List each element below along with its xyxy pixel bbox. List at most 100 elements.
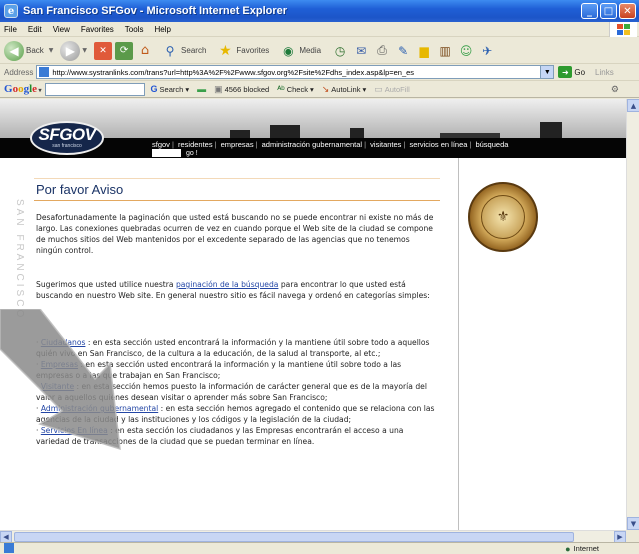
nav-sfgov[interactable]: sfgov [152, 140, 170, 149]
scroll-thumb[interactable] [14, 532, 574, 542]
maximize-button[interactable]: □ [600, 3, 617, 19]
research-icon[interactable]: ▥ [436, 42, 454, 60]
go-arrow-icon: ➜ [558, 66, 573, 78]
popup-blocker-button[interactable]: ▣ 4566 blocked [214, 84, 269, 95]
address-dropdown-icon[interactable]: ▼ [540, 66, 554, 78]
notice-paragraph: Desafortunadamente la paginación que ust… [36, 213, 434, 255]
heading-top-rule [34, 178, 440, 179]
search-page-link[interactable]: paginación de la búsqueda [176, 280, 278, 289]
nav-busqueda[interactable]: búsqueda [475, 140, 508, 149]
nav-residentes[interactable]: residentes [178, 140, 213, 149]
ie-icon: e [4, 4, 18, 18]
link-ciudadanos[interactable]: Ciudadanos [41, 338, 86, 347]
horizontal-scrollbar[interactable]: ◀ ▶ [0, 530, 626, 543]
site-search-input[interactable] [152, 149, 181, 157]
forward-button[interactable]: ▶ ▼ [60, 40, 87, 61]
google-icon: G [150, 84, 158, 94]
page-icon [39, 67, 50, 77]
minimize-button[interactable]: _ [581, 3, 598, 19]
discuss-icon[interactable]: ✈ [478, 42, 496, 60]
site-banner: SFGOV san francisco sfgov | residentes | e… [0, 99, 626, 158]
list-item: · Empresas : en esta sección usted encon… [36, 360, 402, 380]
status-bar: ● Internet [0, 542, 639, 554]
list-item: · Ciudadanos : en esta sección usted enc… [36, 338, 430, 358]
address-url: http://www.systranlinks.com/trans?url=ht… [52, 67, 415, 77]
forward-arrow-icon: ▶ [60, 40, 81, 61]
autofill-button[interactable]: ▭ AutoFill [374, 84, 410, 95]
scroll-up-icon[interactable]: ▲ [627, 99, 639, 112]
zone-label: Internet [573, 544, 599, 553]
history-icon[interactable]: ◷ [331, 42, 349, 60]
menu-favorites[interactable]: Favorites [81, 25, 114, 34]
link-empresas[interactable]: Empresas [41, 360, 78, 369]
nav-empresas[interactable]: empresas [221, 140, 254, 149]
messenger-icon[interactable]: ☺ [457, 42, 475, 60]
google-search-input[interactable] [44, 82, 145, 96]
sfgov-logo[interactable]: SFGOV san francisco [30, 121, 104, 155]
security-zone: ● Internet [565, 544, 599, 554]
site-nav: sfgov | residentes | empresas | administrac… [152, 140, 509, 149]
back-button[interactable]: ◀ Back ▼ [4, 40, 53, 61]
page-heading: Por favor Aviso [36, 182, 124, 197]
google-search-button[interactable]: G Search ▾ [151, 84, 190, 94]
spellcheck-button[interactable]: ᴬᵇ Check ▾ [277, 84, 314, 94]
search-icon: ⚲ [165, 43, 175, 58]
browser-window: e San Francisco SFGov - Microsoft Intern… [0, 0, 639, 554]
city-seal: ⚜ [468, 182, 538, 252]
autolink-button[interactable]: ↘ AutoLink ▾ [322, 84, 367, 95]
nav-visitantes[interactable]: visitantes [370, 140, 401, 149]
windows-flag-icon [609, 22, 637, 37]
back-arrow-icon: ◀ [4, 40, 24, 61]
home-icon[interactable]: ⌂ [136, 42, 154, 60]
standard-toolbar: ◀ Back ▼ ▶ ▼ ✕ ⟳ ⌂ ⚲ Search ★ Favorites … [0, 38, 639, 64]
list-item: · Administración gubernamental : en esta… [36, 404, 435, 424]
scroll-down-icon[interactable]: ▼ [627, 517, 639, 530]
link-administracion[interactable]: Administración gubernamental [41, 404, 158, 413]
edit-icon[interactable]: ✎ [394, 42, 412, 60]
list-item: · Servicios En línea : en esta sección l… [36, 426, 404, 446]
vertical-scrollbar[interactable]: ▲ ▼ [626, 99, 639, 530]
search-paragraph: Sugerimos que usted utilice nuestra pagi… [36, 280, 430, 300]
site-go-button[interactable]: go ! [186, 150, 198, 157]
menu-help[interactable]: Help [154, 25, 170, 34]
folder-icon[interactable]: ▆ [415, 42, 433, 60]
close-button[interactable]: ✕ [619, 3, 636, 19]
nav-servicios[interactable]: servicios en línea [409, 140, 467, 149]
favorites-button[interactable]: ★ Favorites [216, 42, 272, 60]
link-servicios[interactable]: Servicios En línea [41, 426, 108, 435]
pagerank-icon: ▬ [197, 84, 207, 94]
spellcheck-icon: ᴬᵇ [277, 84, 285, 94]
column-divider [458, 158, 459, 530]
category-list: · Ciudadanos : en esta sección usted enc… [36, 337, 436, 447]
blocker-icon: ▣ [214, 83, 223, 94]
menu-bar: File Edit View Favorites Tools Help [0, 22, 639, 37]
address-input[interactable]: http://www.systranlinks.com/trans?url=ht… [36, 65, 555, 79]
print-icon[interactable]: ⎙ [373, 42, 391, 60]
google-logo[interactable]: Google ▾ [4, 83, 42, 95]
media-icon: ◉ [283, 43, 294, 58]
nav-administracion[interactable]: administración gubernamental [262, 140, 362, 149]
menu-edit[interactable]: Edit [28, 25, 42, 34]
media-button[interactable]: ◉ Media [279, 42, 324, 60]
link-visitante[interactable]: Visitante [41, 382, 74, 391]
links-label[interactable]: Links [595, 68, 614, 77]
autolink-icon: ↘ [321, 83, 330, 94]
page-status-icon [4, 542, 14, 554]
page-viewport: SFGOV san francisco sfgov | residentes | e… [0, 99, 626, 530]
menu-tools[interactable]: Tools [125, 25, 144, 34]
seal-emblem-icon: ⚜ [481, 195, 525, 239]
menu-file[interactable]: File [4, 25, 17, 34]
go-button[interactable]: ➜ Go [558, 66, 585, 78]
mail-icon[interactable]: ✉ [352, 42, 370, 60]
title-bar: e San Francisco SFGov - Microsoft Intern… [0, 0, 639, 22]
stop-icon[interactable]: ✕ [94, 41, 113, 60]
list-item: · Visitante : en esta sección hemos pues… [36, 382, 427, 402]
menu-view[interactable]: View [53, 25, 70, 34]
google-toolbar: Google ▾ G Search ▾ ▬ ▣ 4566 blocked ᴬᵇ Chec… [0, 81, 639, 98]
search-button[interactable]: ⚲ Search [161, 42, 209, 60]
star-icon: ★ [219, 42, 232, 59]
google-options-icon[interactable]: ⚙ [611, 84, 619, 95]
autofill-icon: ▭ [374, 83, 383, 94]
refresh-icon[interactable]: ⟳ [115, 41, 134, 60]
heading-rule [34, 200, 440, 201]
